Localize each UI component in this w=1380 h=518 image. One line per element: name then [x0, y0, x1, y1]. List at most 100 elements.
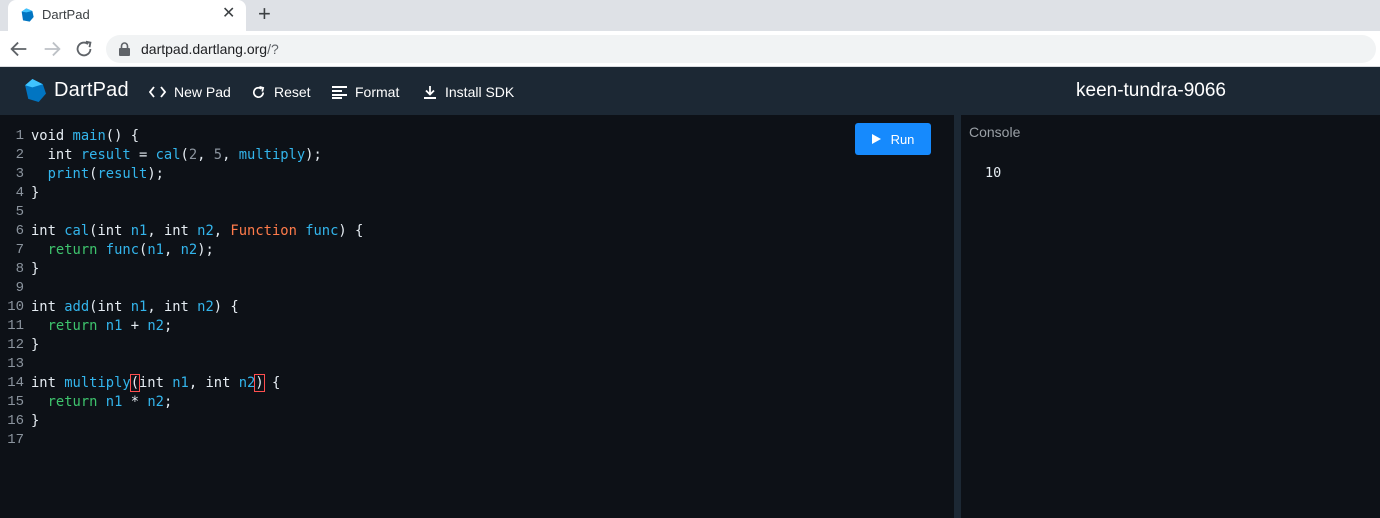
- code-token: =: [130, 147, 156, 163]
- code-line[interactable]: }: [31, 336, 363, 355]
- code-token: cal: [64, 223, 90, 239]
- code-area[interactable]: void main() { int result = cal(2, 5, mul…: [31, 127, 363, 450]
- code-line[interactable]: int add(int n1, int n2) {: [31, 298, 363, 317]
- line-number: 15: [7, 394, 24, 410]
- code-token: , int: [147, 223, 198, 239]
- pad-name: keen-tundra-9066: [1076, 80, 1226, 101]
- code-line[interactable]: [31, 203, 363, 222]
- code-token: n1: [105, 394, 123, 410]
- tab-close-icon[interactable]: ✕: [222, 5, 235, 23]
- new-pad-label: New Pad: [174, 84, 231, 100]
- browser-tab-strip: DartPad ✕ +: [0, 0, 1380, 31]
- panel-divider[interactable]: [954, 115, 961, 518]
- code-token: n1: [147, 242, 164, 258]
- arrow-left-icon[interactable]: [8, 38, 30, 60]
- line-number: 16: [7, 413, 24, 429]
- address-bar: dartpad.dartlang.org/?: [0, 31, 1380, 67]
- code-token: }: [31, 413, 40, 429]
- line-number: 13: [7, 356, 24, 372]
- code-token: return: [47, 318, 98, 334]
- format-button[interactable]: Format: [332, 82, 399, 102]
- console-panel: Console 10: [961, 115, 1380, 518]
- code-token: 2: [188, 147, 198, 163]
- code-line[interactable]: [31, 279, 363, 298]
- code-token: n2: [147, 318, 164, 334]
- play-icon: [871, 134, 881, 144]
- line-number: 11: [7, 318, 24, 334]
- code-token: void: [31, 128, 73, 144]
- line-number: 17: [7, 432, 24, 448]
- bracket-match: ): [254, 374, 265, 392]
- reload-icon[interactable]: [73, 38, 95, 60]
- console-output: 10: [985, 165, 1002, 181]
- lock-icon: [119, 42, 130, 56]
- code-line[interactable]: int cal(int n1, int n2, Function func) {: [31, 222, 363, 241]
- code-token: (int: [89, 299, 131, 315]
- url-path: /?: [267, 41, 279, 57]
- code-token: *: [122, 394, 148, 410]
- new-pad-button[interactable]: New Pad: [149, 82, 231, 102]
- format-label: Format: [355, 84, 400, 100]
- bracket-match: (: [129, 374, 141, 392]
- dart-logo-icon: [25, 79, 46, 102]
- new-tab-button[interactable]: +: [258, 2, 271, 26]
- tab-title: DartPad: [42, 7, 90, 22]
- run-button[interactable]: Run: [855, 123, 931, 155]
- code-token: n2: [147, 394, 164, 410]
- code-line[interactable]: print(result);: [31, 165, 363, 184]
- line-number: 5: [15, 204, 24, 220]
- code-token: ;: [163, 318, 173, 334]
- code-token: int: [31, 223, 65, 239]
- code-editor[interactable]: 1 2 3 4 5 6 7 8 9 10 11 12 13 14 15 16 17 void main() { …: [0, 115, 954, 518]
- line-number: 8: [15, 261, 24, 277]
- code-token: n2: [180, 242, 198, 258]
- code-line[interactable]: void main() {: [31, 127, 363, 146]
- code-line[interactable]: }: [31, 184, 363, 203]
- code-token: func: [105, 242, 140, 258]
- code-token: , int: [188, 375, 239, 391]
- code-token: ,: [163, 242, 181, 258]
- dartpad-header: DartPad New Pad Reset Format Install SDK…: [0, 67, 1380, 115]
- code-token: n2: [197, 299, 214, 315]
- line-number: 14: [7, 375, 24, 391]
- dartpad-brand[interactable]: DartPad: [54, 79, 129, 102]
- code-line[interactable]: [31, 431, 363, 450]
- line-number-gutter: 1 2 3 4 5 6 7 8 9 10 11 12 13 14 15 16 17: [0, 127, 24, 450]
- code-token: }: [31, 337, 40, 353]
- code-token: n1: [105, 318, 123, 334]
- code-token: int: [139, 375, 173, 391]
- code-line[interactable]: [31, 355, 363, 374]
- reset-label: Reset: [274, 84, 311, 100]
- install-sdk-button[interactable]: Install SDK: [423, 82, 514, 102]
- reset-button[interactable]: Reset: [251, 82, 311, 102]
- code-line[interactable]: return n1 * n2;: [31, 393, 363, 412]
- line-number: 7: [15, 242, 24, 258]
- code-token: n1: [130, 299, 148, 315]
- code-token: ;: [163, 394, 173, 410]
- code-token: ) {: [213, 299, 239, 315]
- code-line[interactable]: return n1 + n2;: [31, 317, 363, 336]
- code-token: n1: [172, 375, 189, 391]
- refresh-icon: [253, 85, 265, 98]
- code-token: ,: [222, 147, 239, 163]
- code-line[interactable]: int result = cal(2, 5, multiply);: [31, 146, 363, 165]
- code-token: (: [180, 147, 189, 163]
- run-label: Run: [890, 131, 915, 147]
- code-token: n2: [197, 223, 214, 239]
- code-line[interactable]: int multiply(int n1, int n2) {: [31, 374, 363, 393]
- arrow-right-icon[interactable]: [41, 38, 63, 60]
- url-input[interactable]: dartpad.dartlang.org/?: [106, 35, 1376, 63]
- code-line[interactable]: }: [31, 260, 363, 279]
- code-line[interactable]: }: [31, 412, 363, 431]
- code-line[interactable]: return func(n1, n2);: [31, 241, 363, 260]
- browser-tab[interactable]: DartPad ✕: [8, 0, 246, 31]
- code-token: n1: [130, 223, 148, 239]
- dart-logo-icon: [21, 8, 34, 22]
- code-token: add: [64, 299, 90, 315]
- format-lines-icon: [332, 86, 347, 99]
- code-token: Function: [230, 223, 297, 239]
- url-host: dartpad.dartlang.org: [141, 41, 268, 57]
